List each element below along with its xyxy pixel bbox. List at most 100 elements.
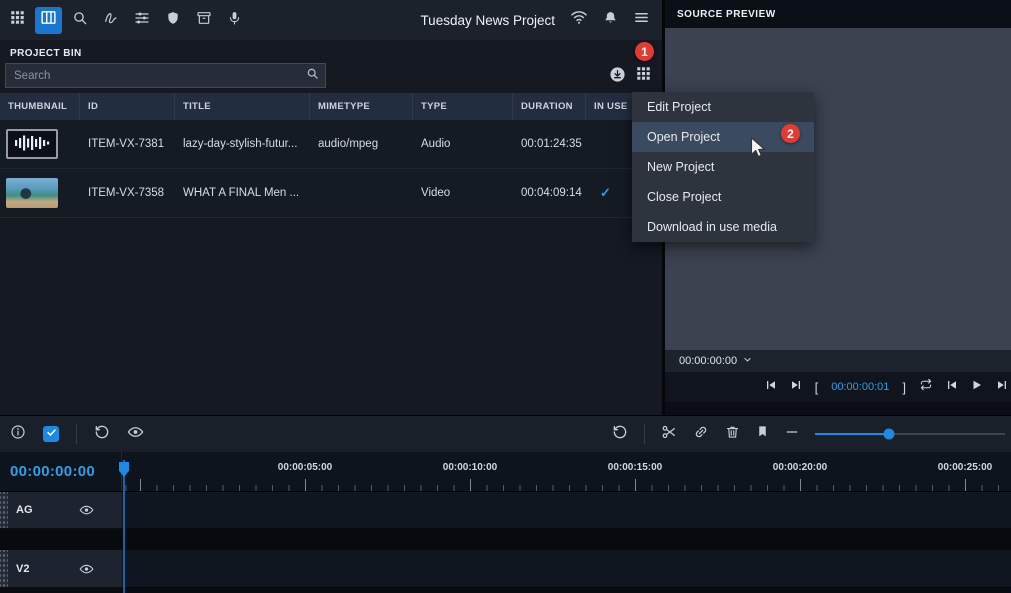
play-icon xyxy=(971,378,983,396)
app-root: Tuesday News Project PROJECT BIN xyxy=(0,0,1011,593)
timeline-panel: 00:00:00:00 00:00:05:00 00:00:10:00 00:0… xyxy=(0,415,1011,593)
track-visibility-eye-icon[interactable] xyxy=(79,563,94,575)
project-bin-view-button[interactable] xyxy=(35,7,62,34)
download-circle-icon xyxy=(609,70,626,87)
columns-view-icon xyxy=(40,9,57,31)
track-header-ag[interactable]: AG xyxy=(0,492,122,529)
waveform-icon xyxy=(14,134,50,155)
track-row-ag: AG xyxy=(0,492,1011,529)
unlink-icon[interactable] xyxy=(693,424,709,445)
top-toolbar-icons xyxy=(4,7,248,34)
microphone-icon xyxy=(227,10,242,31)
menu-item-close-project[interactable]: Close Project xyxy=(632,182,814,212)
effects-icon xyxy=(103,10,119,31)
history-icon[interactable] xyxy=(612,424,628,445)
sliders-icon xyxy=(134,10,150,31)
zoom-slider-fill xyxy=(815,433,889,435)
track-lane-v2[interactable] xyxy=(122,550,1011,588)
loop-button[interactable] xyxy=(919,378,933,396)
col-header-duration[interactable]: DURATION xyxy=(513,93,586,120)
timeline-ruler[interactable]: 00:00:05:00 00:00:10:00 00:00:15:00 00:0… xyxy=(122,452,1011,491)
preview-footer-gap xyxy=(665,402,1011,415)
type-cell: Audio xyxy=(413,138,513,150)
scissors-icon[interactable] xyxy=(661,424,677,445)
ruler-label: 00:00:15:00 xyxy=(608,462,662,473)
col-header-type[interactable]: TYPE xyxy=(413,93,513,120)
next-frame-button[interactable] xyxy=(996,378,1008,396)
table-row[interactable]: ITEM-VX-7381 lazy-day-stylish-futur... a… xyxy=(0,120,662,169)
chevron-down-icon[interactable] xyxy=(743,355,752,367)
track-visibility-eye-icon[interactable] xyxy=(79,504,94,516)
preview-transport-bar: [ 00:00:00:01 ] xyxy=(665,372,1011,402)
id-cell: ITEM-VX-7381 xyxy=(80,138,175,150)
track-name: V2 xyxy=(16,563,29,575)
duration-cell: 00:04:09:14 xyxy=(513,187,586,199)
audio-thumbnail xyxy=(6,129,58,159)
apps-grid-button[interactable] xyxy=(4,7,31,34)
previous-frame-button[interactable] xyxy=(946,378,958,396)
grid-menu-icon xyxy=(636,68,651,85)
play-button[interactable] xyxy=(971,378,983,396)
top-bar-right: Tuesday News Project xyxy=(420,10,650,31)
hamburger-menu-icon[interactable] xyxy=(633,10,650,30)
microphone-button[interactable] xyxy=(221,7,248,34)
settings-sliders-button[interactable] xyxy=(128,7,155,34)
search-box xyxy=(5,63,326,88)
import-media-button[interactable] xyxy=(609,66,626,88)
title-cell: WHAT A FINAL Men ... xyxy=(175,187,310,199)
duration-cell: 00:01:24:35 xyxy=(513,138,586,150)
notifications-bell-icon[interactable] xyxy=(603,10,618,31)
timeline-select-checkbox[interactable] xyxy=(43,426,59,442)
menu-item-label: Open Project xyxy=(647,130,720,144)
trash-icon[interactable] xyxy=(725,424,740,445)
toolbar-divider xyxy=(76,424,77,444)
menu-item-download-in-use-media[interactable]: Download in use media xyxy=(632,212,814,242)
track-lane-ag[interactable] xyxy=(122,492,1011,529)
mark-out-button[interactable]: ] xyxy=(902,380,906,395)
apps-grid-icon xyxy=(10,10,25,30)
wifi-status-icon xyxy=(570,10,588,30)
col-header-id[interactable]: ID xyxy=(80,93,175,120)
preview-timecode: 00:00:00:00 xyxy=(679,355,737,367)
project-title: Tuesday News Project xyxy=(420,13,555,28)
go-to-mark-out-button[interactable] xyxy=(790,378,802,396)
search-icon xyxy=(72,10,88,31)
zoom-slider-knob[interactable] xyxy=(884,429,895,440)
undo-icon[interactable] xyxy=(94,424,110,445)
track-grip-handle[interactable] xyxy=(0,492,8,528)
mark-in-button[interactable]: [ xyxy=(815,380,819,395)
bookmark-icon[interactable] xyxy=(756,424,769,444)
zoom-out-icon[interactable] xyxy=(785,425,799,444)
thumbnail-cell xyxy=(0,129,80,159)
go-to-mark-in-button[interactable] xyxy=(765,378,777,396)
ruler-label: 00:00:05:00 xyxy=(278,462,332,473)
track-header-v2[interactable]: V2 xyxy=(0,550,122,588)
search-view-button[interactable] xyxy=(66,7,93,34)
shield-button[interactable] xyxy=(159,7,186,34)
id-cell: ITEM-VX-7358 xyxy=(80,187,175,199)
zoom-slider[interactable] xyxy=(815,427,1005,441)
search-input[interactable] xyxy=(12,69,306,83)
menu-item-edit-project[interactable]: Edit Project xyxy=(632,92,814,122)
col-header-mimetype[interactable]: MIMETYPE xyxy=(310,93,413,120)
upper-region: Tuesday News Project PROJECT BIN xyxy=(0,0,1011,415)
title-cell: lazy-day-stylish-futur... xyxy=(175,138,310,150)
toolbar-divider xyxy=(644,424,645,444)
track-grip-handle[interactable] xyxy=(0,550,8,587)
timeline-timecode: 00:00:00:00 xyxy=(0,452,122,491)
project-grid-menu-button[interactable] xyxy=(636,66,651,86)
info-icon[interactable] xyxy=(10,424,26,445)
search-submit-icon[interactable] xyxy=(306,67,319,85)
track-name: AG xyxy=(16,504,33,516)
table-row[interactable]: ITEM-VX-7358 WHAT A FINAL Men ... Video … xyxy=(0,169,662,218)
menu-item-open-project[interactable]: Open Project 2 xyxy=(632,122,814,152)
archive-button[interactable] xyxy=(190,7,217,34)
col-header-title[interactable]: TITLE xyxy=(175,93,310,120)
timeline-toolbar xyxy=(0,416,1011,452)
col-header-thumbnail[interactable]: THUMBNAIL xyxy=(0,93,80,120)
effects-button[interactable] xyxy=(97,7,124,34)
project-bin-label: PROJECT BIN xyxy=(0,40,662,62)
menu-item-new-project[interactable]: New Project xyxy=(632,152,814,182)
playhead-line xyxy=(123,460,125,593)
eye-icon[interactable] xyxy=(127,425,144,444)
